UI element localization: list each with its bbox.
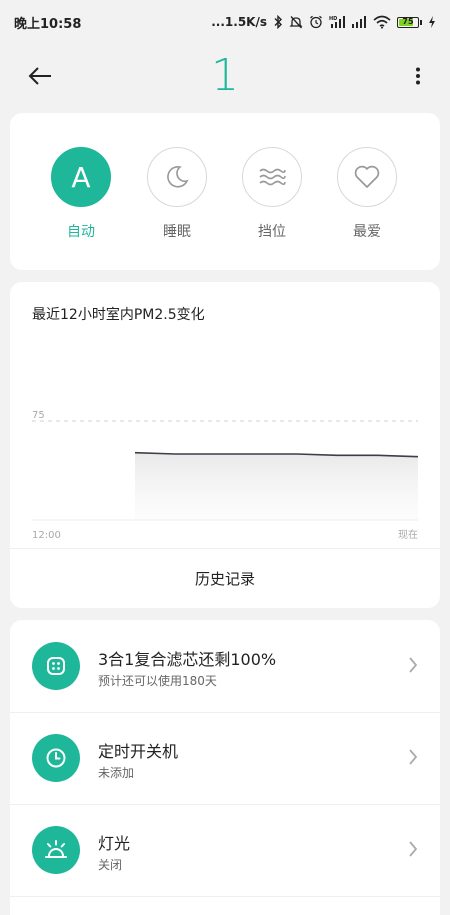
- mode-favorite[interactable]: 最爱: [337, 147, 397, 241]
- wind-icon: [242, 147, 302, 207]
- timer-title: 定时开关机: [98, 742, 179, 761]
- mode-label-auto: 自动: [67, 224, 95, 240]
- mode-sleep[interactable]: 睡眠: [147, 147, 207, 241]
- timer-subtitle: 未添加: [98, 766, 135, 780]
- mute-icon: [289, 15, 303, 29]
- signal-icon: [351, 15, 367, 29]
- list-item-light[interactable]: 灯光 关闭: [10, 804, 440, 896]
- wifi-icon: [373, 15, 391, 29]
- network-speed: ...1.5K/s: [211, 15, 267, 29]
- status-icons: ...1.5K/s HD 75: [211, 15, 436, 29]
- status-time: 晚上10:58: [14, 16, 82, 32]
- header: 1: [0, 48, 450, 104]
- filter-icon: [32, 642, 80, 690]
- mode-auto[interactable]: A 自动: [51, 147, 111, 241]
- mode-label-sleep: 睡眠: [163, 224, 191, 240]
- light-subtitle: 关闭: [98, 858, 123, 872]
- auto-letter: A: [71, 160, 91, 194]
- chevron-right-icon: [409, 841, 418, 857]
- hd-signal-icon: HD: [329, 15, 345, 29]
- x-tick-start: 12:00: [32, 530, 61, 541]
- list-item-filter[interactable]: 3合1复合滤芯还剩100% 预计还可以使用180天: [10, 620, 440, 712]
- filter-subtitle: 预计还可以使用180天: [98, 674, 217, 688]
- svg-text:HD: HD: [329, 16, 337, 22]
- bluetooth-icon: [273, 15, 283, 29]
- light-icon: [32, 826, 80, 874]
- chart-card: 75 12:00 现在 最近12小时室内PM2.5变化 历史记录: [10, 282, 440, 608]
- auto-icon: A: [51, 147, 111, 207]
- mode-gear[interactable]: 挡位: [242, 147, 302, 241]
- series-area: [135, 452, 418, 520]
- x-tick-end: 现在: [398, 529, 418, 541]
- list-divider: [10, 896, 440, 897]
- mode-label-gear: 挡位: [258, 224, 286, 240]
- page-title: 1: [211, 50, 239, 101]
- battery-level: 75: [402, 17, 414, 26]
- chart-title: 最近12小时室内PM2.5变化: [32, 307, 205, 323]
- chevron-right-icon: [409, 749, 418, 765]
- back-button[interactable]: [22, 60, 58, 92]
- light-title: 灯光: [98, 834, 131, 853]
- charging-icon: [428, 15, 436, 29]
- feature-list: 3合1复合滤芯还剩100% 预计还可以使用180天 定时开关机 未添加 灯光 关…: [10, 620, 440, 915]
- history-button[interactable]: 历史记录: [10, 549, 440, 608]
- more-button[interactable]: [406, 60, 430, 92]
- battery-icon: 75: [397, 16, 422, 28]
- mode-card: A 自动 睡眠 挡位 最爱: [10, 113, 440, 270]
- filter-title: 3合1复合滤芯还剩100%: [98, 650, 277, 669]
- more-vertical-icon: [416, 67, 420, 85]
- back-arrow-icon: [28, 67, 51, 85]
- reference-label: 75: [32, 410, 45, 421]
- alarm-icon: [309, 15, 323, 29]
- list-item-timer[interactable]: 定时开关机 未添加: [10, 712, 440, 804]
- chevron-right-icon: [409, 657, 418, 673]
- mode-label-favorite: 最爱: [353, 224, 381, 240]
- heart-icon: [337, 147, 397, 207]
- clock-icon: [32, 734, 80, 782]
- status-bar: 晚上10:58 ...1.5K/s HD 75: [0, 0, 450, 44]
- moon-icon: [147, 147, 207, 207]
